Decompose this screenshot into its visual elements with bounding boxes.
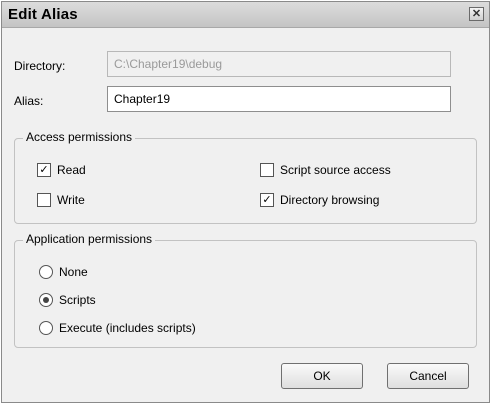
execute-radio[interactable] — [39, 321, 53, 335]
edit-alias-dialog: Edit Alias ✕ Directory: C:\Chapter19\deb… — [1, 1, 490, 403]
scripts-radio[interactable] — [39, 293, 53, 307]
directory-label: Directory: — [14, 59, 66, 73]
alias-label: Alias: — [14, 94, 44, 108]
access-permissions-legend: Access permissions — [23, 130, 136, 144]
none-label[interactable]: None — [59, 265, 88, 279]
read-checkbox[interactable]: ✓ — [37, 163, 51, 177]
ok-button[interactable]: OK — [281, 363, 363, 389]
application-permissions-group: Application permissions None Scripts Exe… — [14, 232, 477, 348]
check-icon: ✓ — [262, 194, 272, 206]
dialog-title: Edit Alias — [8, 6, 78, 23]
write-checkbox[interactable] — [37, 193, 51, 207]
alias-field[interactable]: Chapter19 — [107, 86, 451, 112]
execute-label[interactable]: Execute (includes scripts) — [59, 321, 196, 335]
cancel-button[interactable]: Cancel — [387, 363, 469, 389]
title-bar[interactable]: Edit Alias ✕ — [2, 2, 489, 28]
directory-browsing-label[interactable]: Directory browsing — [280, 193, 379, 207]
access-permissions-group: Access permissions ✓ Read Script source … — [14, 130, 477, 224]
read-label[interactable]: Read — [57, 163, 86, 177]
directory-field: C:\Chapter19\debug — [107, 51, 451, 77]
directory-browsing-checkbox[interactable]: ✓ — [260, 193, 274, 207]
script-source-access-label[interactable]: Script source access — [280, 163, 391, 177]
close-icon[interactable]: ✕ — [469, 7, 484, 21]
write-label[interactable]: Write — [57, 193, 85, 207]
application-permissions-legend: Application permissions — [23, 232, 156, 246]
script-source-access-checkbox[interactable] — [260, 163, 274, 177]
none-radio[interactable] — [39, 265, 53, 279]
radio-selected-dot — [43, 297, 49, 303]
check-icon: ✓ — [39, 164, 49, 176]
scripts-label[interactable]: Scripts — [59, 293, 96, 307]
